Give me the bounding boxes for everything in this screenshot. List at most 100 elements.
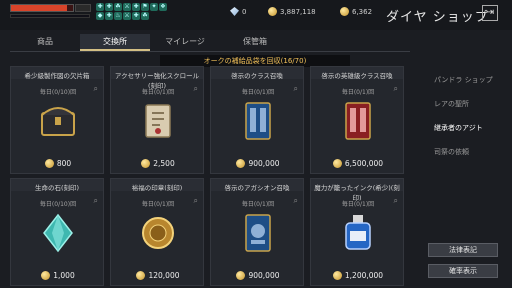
- top-bar: ✚ ✚ ☘ ⚔ ✚ ⚑ ✦ ❖ ◆ ✚ ♨ ⚔ ✚ ☘ 0 3,887,118 …: [0, 0, 512, 30]
- tab-exchange[interactable]: 交換所: [80, 34, 150, 51]
- coin-icon: [141, 159, 151, 168]
- sidebar-item-rare-sanctuary[interactable]: レアの聖所: [428, 92, 512, 116]
- agathion-card-icon: [245, 214, 271, 252]
- buff-icon: ✚: [105, 12, 113, 20]
- item-card[interactable]: 裕福の印章(刻印) 毎日(0/1)回 ⌕ 120,000: [110, 178, 204, 286]
- purchase-limit: 毎日(0/10)回: [39, 201, 77, 208]
- price-value: 900,000: [248, 159, 280, 168]
- purchase-limit: 毎日(0/1)回: [141, 201, 175, 208]
- zoom-icon[interactable]: ⌕: [394, 84, 398, 94]
- item-price: 2,500: [111, 159, 205, 168]
- gold-count: 6,362: [352, 7, 373, 16]
- shop-sidebar: パンドラ ショップ レアの聖所 継承者のアジト 司祭の依頼: [428, 68, 512, 164]
- item-card[interactable]: 魔力が籠ったインク(希少)(刻印) 毎日(0/1)回 ⌕ 1,200,000: [310, 178, 404, 286]
- coin-icon: [332, 271, 342, 280]
- buff-list: ✚ ✚ ☘ ⚔ ✚ ⚑ ✦ ❖ ◆ ✚ ♨ ⚔ ✚ ☘: [96, 3, 170, 20]
- buff-icon: ⚔: [123, 3, 131, 11]
- buff-icon: ⚑: [141, 3, 149, 11]
- zoom-icon[interactable]: ⌕: [194, 196, 198, 206]
- zoom-icon[interactable]: ⌕: [294, 196, 298, 206]
- price-value: 6,500,000: [344, 159, 384, 168]
- zoom-icon[interactable]: ⌕: [394, 196, 398, 206]
- silver-count: 3,887,118: [280, 7, 316, 16]
- item-card[interactable]: 啓示のアガシオン召喚 毎日(0/1)回 ⌕ 900,000: [210, 178, 304, 286]
- item-price: 800: [11, 159, 105, 168]
- purchase-limit: 毎日(0/10)回: [39, 89, 77, 96]
- item-price: 1,200,000: [311, 271, 405, 280]
- item-card[interactable]: アクセサリー強化スクロール(刻印) 毎日(0/1)回 ⌕ 2,500: [110, 66, 204, 174]
- purchase-limit: 毎日(0/1)回: [141, 89, 175, 96]
- buff-icon: ☘: [114, 3, 122, 11]
- item-price: 900,000: [211, 159, 305, 168]
- item-price: 900,000: [211, 271, 305, 280]
- purchase-limit: 毎日(0/1)回: [341, 201, 375, 208]
- tab-storage[interactable]: 保管箱: [220, 34, 290, 51]
- silver-currency: 3,887,118: [268, 7, 316, 16]
- item-price: 120,000: [111, 271, 205, 280]
- buff-icon: ♨: [114, 12, 122, 20]
- legal-notice-button[interactable]: 法律表記: [428, 243, 498, 257]
- gold-coin-icon: [340, 7, 349, 16]
- sidebar-item-pandora-shop[interactable]: パンドラ ショップ: [428, 68, 512, 92]
- shop-tabs: 商品 交換所 マイレージ 保管箱: [10, 34, 410, 52]
- item-title: 啓示の英雄級クラス召喚: [311, 67, 403, 80]
- item-title: 生命の石(刻印): [11, 179, 103, 192]
- item-card[interactable]: 生命の石(刻印) 毎日(0/10)回 ⌕ 1,000: [10, 178, 104, 286]
- mp-bar: [10, 14, 90, 18]
- sidebar-item-priest-request[interactable]: 司祭の依頼: [428, 140, 512, 164]
- item-title: 裕福の印章(刻印): [111, 179, 203, 192]
- crystal-icon: [43, 213, 73, 253]
- price-value: 900,000: [248, 271, 280, 280]
- class-card-blue-icon: [245, 102, 271, 140]
- price-value: 120,000: [148, 271, 180, 280]
- buff-icon: ◆: [96, 12, 104, 20]
- item-card[interactable]: 啓示の英雄級クラス召喚 毎日(0/1)回 ⌕ 6,500,000: [310, 66, 404, 174]
- ink-bottle-icon: [345, 215, 371, 250]
- tab-products[interactable]: 商品: [10, 34, 80, 51]
- class-card-red-icon: [345, 102, 371, 140]
- zoom-icon[interactable]: ⌕: [94, 196, 98, 206]
- coin-icon: [236, 159, 246, 168]
- buff-icon: ☘: [141, 12, 149, 20]
- item-card[interactable]: 希少級製作図の欠片箱 毎日(0/10)回 ⌕ 800: [10, 66, 104, 174]
- hp-bar: [10, 4, 74, 12]
- scroll-icon: [145, 104, 171, 138]
- sidebar-item-heir-hideout[interactable]: 継承者のアジト: [428, 116, 512, 140]
- zoom-icon[interactable]: ⌕: [194, 84, 198, 94]
- buff-icon: ✚: [132, 12, 140, 20]
- zoom-icon[interactable]: ⌕: [294, 84, 298, 94]
- diamond-icon: [230, 7, 239, 16]
- exit-button[interactable]: ⇥: [482, 5, 498, 21]
- item-price: 6,500,000: [311, 159, 405, 168]
- item-title: 魔力が籠ったインク(希少)(刻印): [311, 179, 403, 202]
- item-title: 啓示のアガシオン召喚: [211, 179, 303, 192]
- coin-icon: [236, 271, 246, 280]
- item-card[interactable]: 啓示のクラス召喚 毎日(0/1)回 ⌕ 900,000: [210, 66, 304, 174]
- purchase-limit: 毎日(0/1)回: [341, 89, 375, 96]
- price-value: 2,500: [153, 159, 175, 168]
- item-title: 希少級製作図の欠片箱: [11, 67, 103, 80]
- buff-icon: ✚: [105, 3, 113, 11]
- price-value: 1,200,000: [344, 271, 384, 280]
- zoom-icon[interactable]: ⌕: [94, 84, 98, 94]
- diamond-count: 0: [242, 7, 247, 16]
- coin-icon: [136, 271, 146, 280]
- buff-icon: ✦: [150, 3, 158, 11]
- probability-button[interactable]: 確率表示: [428, 264, 498, 278]
- purchase-limit: 毎日(0/1)回: [241, 89, 275, 96]
- tab-mileage[interactable]: マイレージ: [150, 34, 220, 51]
- buff-icon: ❖: [159, 3, 167, 11]
- purchase-limit: 毎日(0/1)回: [241, 201, 275, 208]
- price-value: 1,000: [53, 271, 75, 280]
- shop-title: ダイヤ ショップ: [386, 10, 489, 25]
- seal-icon: [142, 217, 174, 249]
- item-title: 啓示のクラス召喚: [211, 67, 303, 80]
- diamond-currency: 0: [230, 7, 246, 16]
- item-grid: 希少級製作図の欠片箱 毎日(0/10)回 ⌕ 800 アクセサリー強化スクロール…: [10, 66, 410, 286]
- hp-bar-secondary: [75, 4, 91, 12]
- coin-icon: [41, 271, 51, 280]
- buff-icon: ✚: [132, 3, 140, 11]
- buff-icon: ✚: [96, 3, 104, 11]
- item-title: アクセサリー強化スクロール(刻印): [111, 67, 203, 90]
- price-value: 800: [56, 159, 72, 168]
